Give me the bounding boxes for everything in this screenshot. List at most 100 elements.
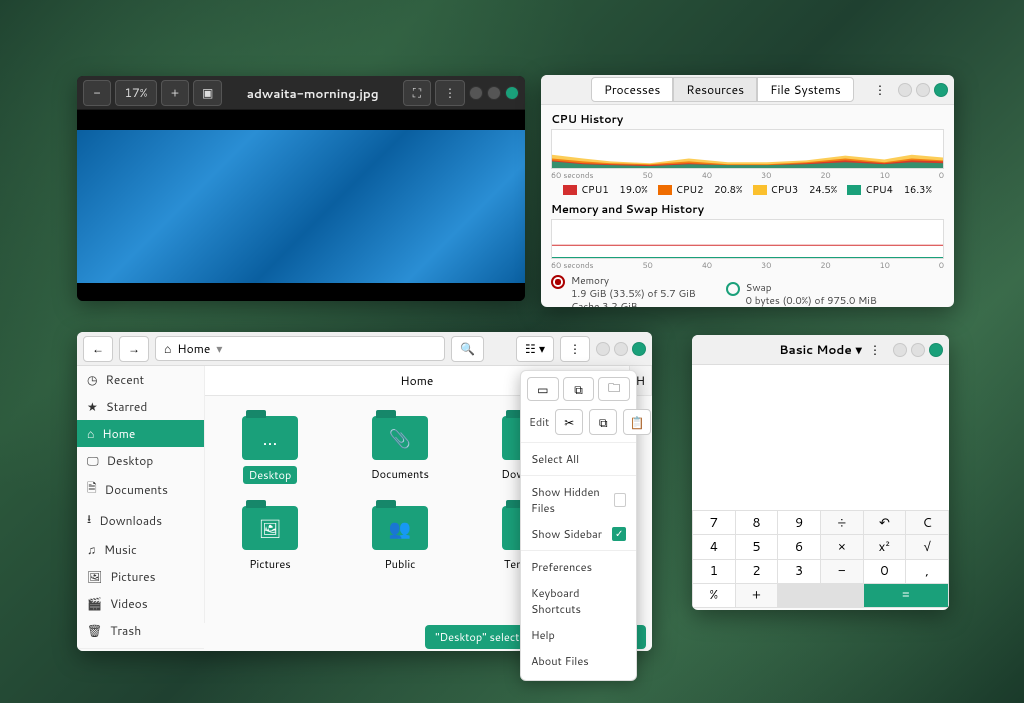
key-1[interactable]: 1 (693, 560, 735, 583)
view-mode-button[interactable]: ☷ ▾ (516, 336, 554, 362)
preferences-item[interactable]: Preferences (527, 554, 630, 580)
go-forward-button[interactable]: → (119, 336, 149, 362)
recent-icon: ◷ (87, 371, 97, 388)
maximize-icon[interactable] (916, 83, 930, 97)
shortcuts-item[interactable]: Keyboard Shortcuts (527, 580, 630, 622)
viewer-menu-button[interactable]: ⋮ (435, 80, 465, 106)
home-icon: ⌂ (87, 425, 94, 442)
files-sidebar: ◷Recent★Starred⌂Home🖵Desktop🗎Documents⭳D… (77, 366, 205, 623)
cpu2-swatch (658, 185, 672, 195)
sidebar-item-downloads[interactable]: ⭳Downloads (77, 505, 204, 536)
files-menu-button[interactable]: ⋮ (560, 336, 590, 362)
image-title: adwaita-morning.jpg (247, 85, 379, 102)
paste-button[interactable]: 📋 (623, 409, 651, 435)
key-undo[interactable]: ↶ (864, 511, 906, 534)
maximize-icon[interactable] (911, 343, 925, 357)
search-button[interactable]: 🔍 (451, 336, 484, 362)
calc-mode-selector[interactable]: Basic Mode ▾ (779, 341, 862, 358)
maximize-icon[interactable] (487, 86, 501, 100)
key-9[interactable]: 9 (778, 511, 820, 534)
close-icon[interactable] (929, 343, 943, 357)
sidebar-item-desktop[interactable]: 🖵Desktop (77, 447, 204, 474)
sidebar-item-recent[interactable]: ◷Recent (77, 366, 204, 393)
pathbar[interactable]: ⌂ Home ▾ (155, 336, 445, 361)
select-all-item[interactable]: Select All (527, 446, 630, 472)
sidebar-item-music[interactable]: ♫Music (77, 536, 204, 563)
folder-desktop[interactable]: …Desktop (225, 416, 315, 484)
zoom-fit-button[interactable]: ▣ (193, 80, 222, 106)
new-window-button[interactable]: ▭ (527, 377, 559, 401)
key-sqrt[interactable]: √ (906, 535, 948, 558)
swap-icon (726, 282, 740, 296)
sidebar-item-videos[interactable]: 🎬Videos (77, 590, 204, 617)
key-6[interactable]: 6 (778, 535, 820, 558)
minimize-icon[interactable] (898, 83, 912, 97)
tab-filesystems[interactable]: File Systems (757, 77, 854, 102)
monitor-titlebar: Processes Resources File Systems ⋮ (541, 75, 954, 105)
calc-menu-button[interactable]: ⋮ (861, 337, 889, 363)
key-square[interactable]: x² (864, 535, 906, 558)
maximize-icon[interactable] (614, 342, 628, 356)
minimize-icon[interactable] (469, 86, 483, 100)
key-2[interactable]: 2 (736, 560, 778, 583)
folder-pictures[interactable]: 🖼Pictures (225, 506, 315, 572)
key-plus[interactable]: + (736, 584, 778, 607)
key-minus[interactable]: − (821, 560, 863, 583)
sidebar-item-starred[interactable]: ★Starred (77, 393, 204, 420)
help-item[interactable]: Help (527, 622, 630, 648)
copy-button[interactable]: ⧉ (589, 409, 617, 435)
folder-documents[interactable]: 📎Documents (355, 416, 445, 484)
zoom-out-button[interactable]: − (83, 80, 111, 106)
zoom-in-button[interactable]: + (161, 80, 189, 106)
go-back-button[interactable]: ← (83, 336, 113, 362)
files-titlebar: ← → ⌂ Home ▾ 🔍 ☷ ▾ ⋮ (77, 332, 652, 366)
chevron-down-icon: ▾ (216, 340, 222, 357)
trash-icon: 🗑 (87, 622, 102, 639)
sidebar-item-trash[interactable]: 🗑Trash (77, 617, 204, 644)
key-0[interactable]: 0 (864, 560, 906, 583)
tab-processes[interactable]: Processes (591, 77, 673, 102)
calc-display[interactable] (692, 365, 949, 510)
folder-public[interactable]: 👥Public (355, 506, 445, 572)
sidebar-item-documents[interactable]: 🗎Documents (77, 474, 204, 505)
key-3[interactable]: 3 (778, 560, 820, 583)
fullscreen-button[interactable]: ⛶ (403, 80, 431, 106)
memory-line2: Cache 3.2 GiB (571, 301, 696, 307)
close-icon[interactable] (505, 86, 519, 100)
about-item[interactable]: About Files (527, 648, 630, 674)
key-7[interactable]: 7 (693, 511, 735, 534)
zoom-level[interactable]: 17% (115, 80, 157, 106)
key-clear[interactable]: C (906, 511, 948, 534)
key-percent[interactable]: % (693, 584, 735, 607)
cpu-history-title: CPU History (551, 111, 944, 127)
monitor-menu-button[interactable]: ⋮ (866, 77, 894, 103)
show-hidden-item[interactable]: Show Hidden Files (527, 479, 630, 521)
checkbox-off-icon[interactable] (614, 493, 626, 507)
key-multiply[interactable]: × (821, 535, 863, 558)
swap-label: Swap (746, 282, 877, 295)
viewer-window-controls (469, 86, 519, 100)
key-comma[interactable]: , (906, 560, 948, 583)
new-tab-button[interactable]: ⧉ (563, 377, 595, 401)
tab-resources[interactable]: Resources (673, 77, 757, 102)
key-8[interactable]: 8 (736, 511, 778, 534)
image-canvas[interactable] (77, 110, 525, 301)
cpu-chart (551, 129, 944, 169)
key-divide[interactable]: ÷ (821, 511, 863, 534)
close-icon[interactable] (632, 342, 646, 356)
cut-button[interactable]: ✂ (555, 409, 583, 435)
mem-history-title: Memory and Swap History (551, 201, 944, 217)
mem-swap-row: Memory 1.9 GiB (33.5%) of 5.7 GiB Cache … (551, 275, 944, 307)
sidebar-item-home[interactable]: ⌂Home (77, 420, 204, 447)
show-sidebar-item[interactable]: Show Sidebar (527, 521, 630, 547)
checkbox-on-icon[interactable] (612, 527, 626, 541)
new-folder-button[interactable]: 🗀 (598, 377, 630, 401)
desktop-icon: 🖵 (87, 452, 99, 469)
minimize-icon[interactable] (893, 343, 907, 357)
sidebar-item-pictures[interactable]: 🖼Pictures (77, 563, 204, 590)
key-5[interactable]: 5 (736, 535, 778, 558)
key-equals[interactable]: = (864, 584, 948, 607)
minimize-icon[interactable] (596, 342, 610, 356)
close-icon[interactable] (934, 83, 948, 97)
key-4[interactable]: 4 (693, 535, 735, 558)
